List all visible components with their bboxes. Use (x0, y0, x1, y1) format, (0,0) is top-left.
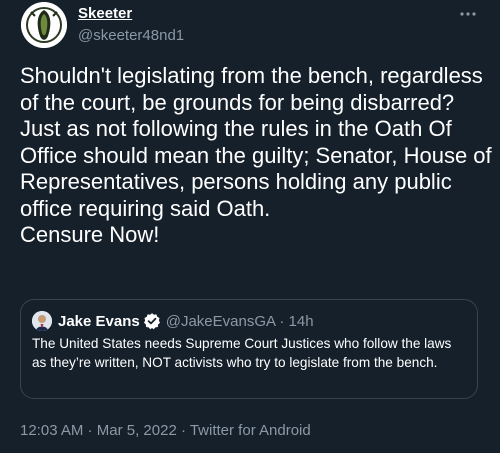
verified-badge-icon (143, 313, 160, 330)
quoted-author-handle-time: @JakeEvansGA · 14h (165, 312, 314, 330)
quoted-tweet-text: The United States needs Supreme Court Ju… (32, 336, 452, 370)
quoted-author-name[interactable]: Jake Evans (58, 313, 140, 330)
tweet-metadata: 12:03 AM · Mar 5, 2022 · Twitter for And… (20, 422, 311, 440)
quoted-tweet-header: Jake Evans @JakeEvansGA · 14h (32, 311, 314, 331)
tweet-card: Skeeter @skeeter48nd1 Shouldn't legislat… (0, 0, 500, 453)
tweet-source[interactable]: Twitter for Android (190, 422, 311, 439)
author-info: Skeeter @skeeter48nd1 (78, 5, 184, 45)
person-avatar-icon (32, 311, 52, 331)
meta-separator: · (176, 422, 190, 439)
author-handle[interactable]: @skeeter48nd1 (78, 27, 184, 45)
more-options-button[interactable] (458, 4, 478, 24)
more-horizontal-icon (460, 12, 476, 16)
tweet-text: Shouldn't legislating from the bench, re… (20, 63, 492, 247)
author-display-name[interactable]: Skeeter (78, 5, 184, 23)
alien-emblem-avatar-icon (21, 2, 67, 48)
tweet-time[interactable]: 12:03 AM (20, 422, 83, 439)
tweet-date[interactable]: Mar 5, 2022 (97, 422, 177, 439)
meta-separator: · (83, 422, 97, 439)
quoted-tweet[interactable]: Jake Evans @JakeEvansGA · 14h The United… (20, 299, 478, 399)
author-avatar[interactable] (21, 2, 67, 48)
quoted-author-avatar[interactable] (32, 311, 52, 331)
